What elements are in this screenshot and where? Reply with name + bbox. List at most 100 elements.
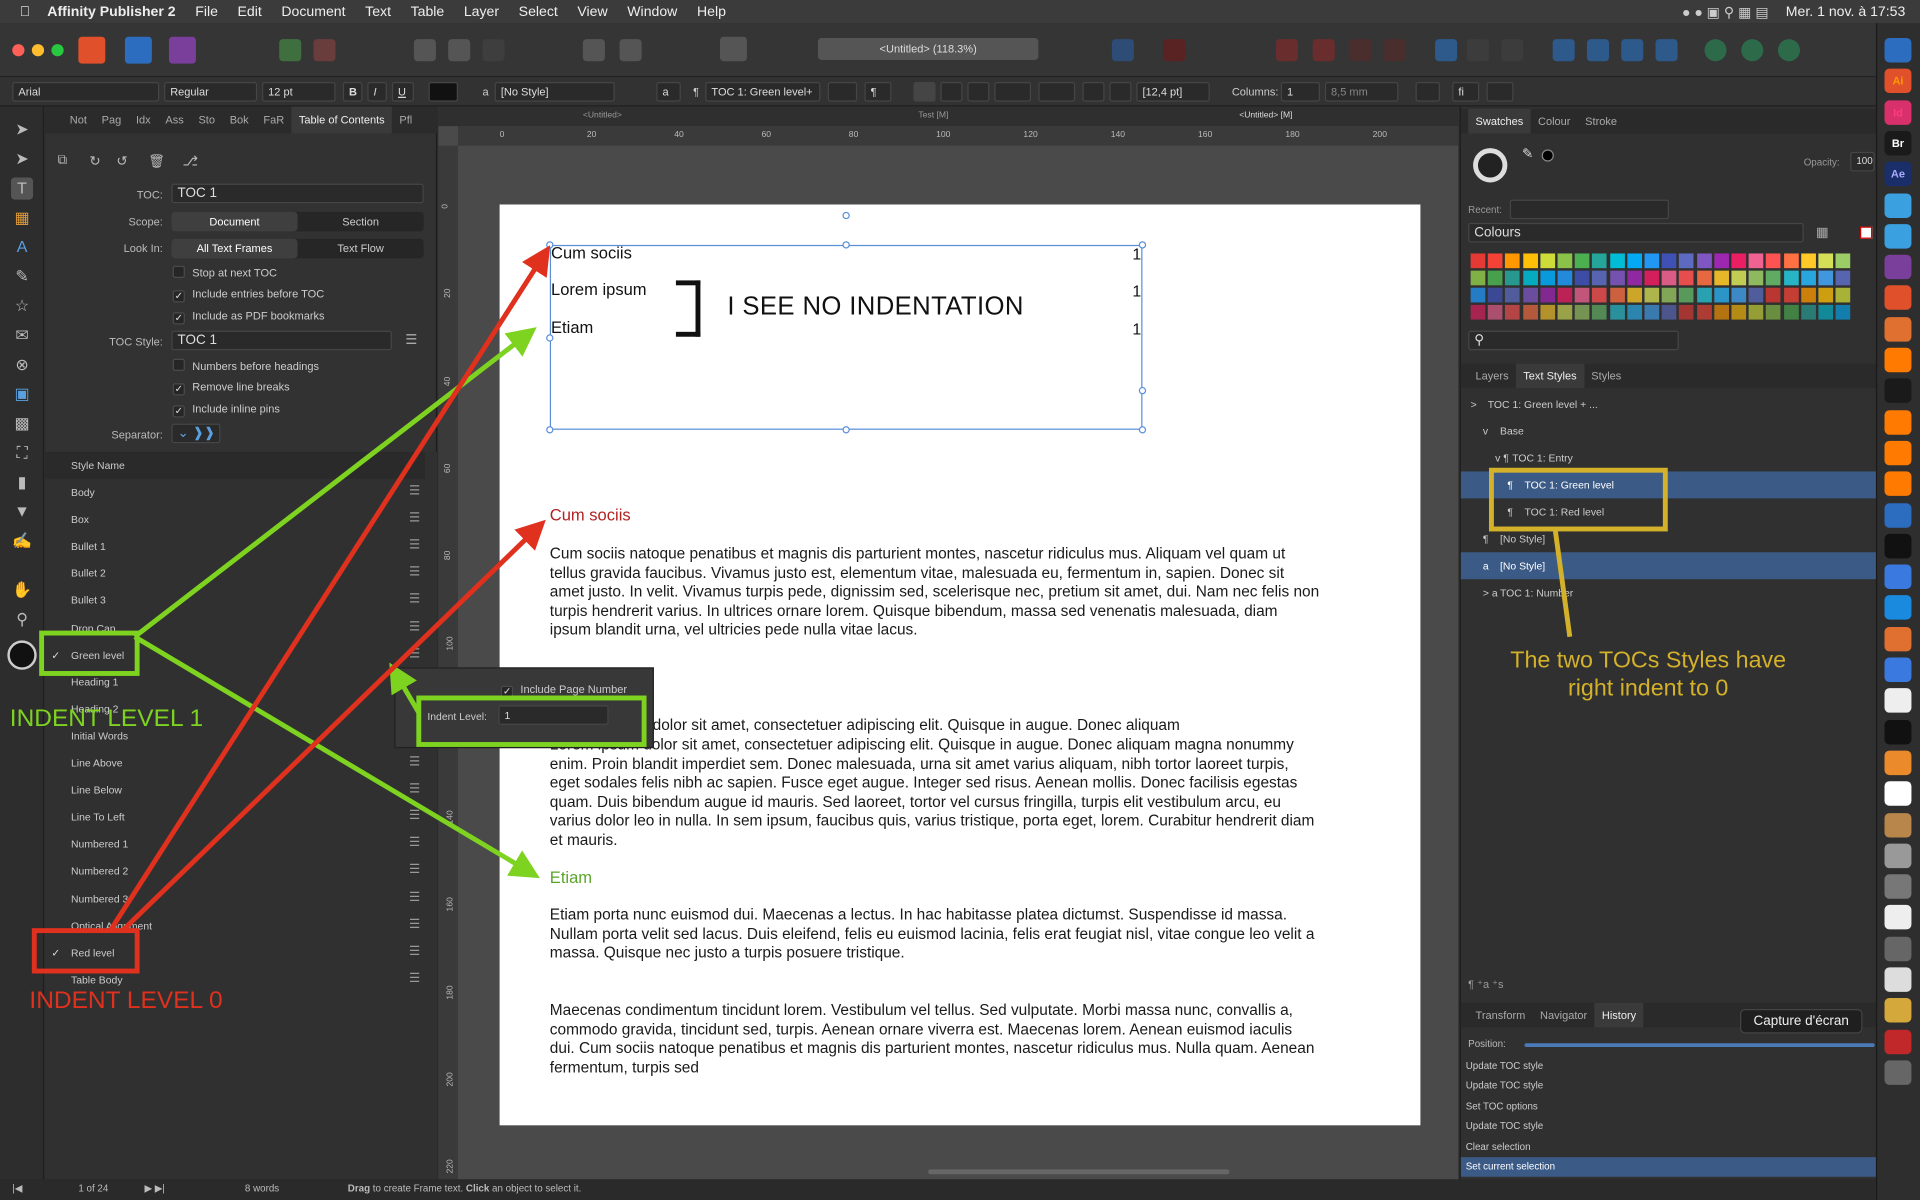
- close-window-icon[interactable]: [12, 44, 25, 57]
- frame-handle[interactable]: [546, 426, 554, 434]
- swatch[interactable]: [1487, 253, 1503, 269]
- swatch[interactable]: [1661, 304, 1677, 320]
- style-check-icon[interactable]: ✓: [51, 641, 60, 668]
- justify-text-button[interactable]: [994, 82, 1032, 102]
- text-style-item[interactable]: > a TOC 1: Number: [1461, 579, 1877, 606]
- style-tree-icon[interactable]: a: [1483, 552, 1489, 579]
- style-options-icon[interactable]: ☰: [409, 614, 420, 641]
- style-tree-icon[interactable]: >: [1471, 391, 1477, 418]
- scope-document-button[interactable]: Document: [171, 211, 298, 232]
- style-options-icon[interactable]: ☰: [409, 939, 420, 966]
- styles-footer-icons[interactable]: ¶ ⁺a ⁺s: [1468, 978, 1503, 991]
- swatch[interactable]: [1574, 253, 1590, 269]
- swatch[interactable]: [1731, 270, 1747, 286]
- history-item[interactable]: Update TOC style: [1461, 1077, 1877, 1097]
- black-swatch-icon[interactable]: [1541, 149, 1554, 162]
- menu-layer[interactable]: Layer: [464, 4, 499, 19]
- tab-layers[interactable]: Layers: [1468, 364, 1516, 388]
- toc-style-menu-icon[interactable]: ☰: [405, 332, 417, 348]
- swatch[interactable]: [1644, 304, 1660, 320]
- text-frame-icon[interactable]: [1111, 39, 1134, 62]
- dock-app-icon[interactable]: [1884, 750, 1912, 775]
- tab-swatches[interactable]: Swatches: [1468, 108, 1531, 134]
- style-list-item[interactable]: Bullet 1 ☰: [45, 533, 425, 560]
- lookin-text-flow-button[interactable]: Text Flow: [298, 239, 424, 259]
- history-item[interactable]: Set TOC options: [1461, 1097, 1877, 1117]
- fill-tool-icon[interactable]: ▮: [11, 471, 33, 493]
- tab-pages[interactable]: Pag: [94, 114, 128, 126]
- font-weight-select[interactable]: Regular: [164, 82, 258, 102]
- heading-cum-sociis[interactable]: Cum sociis: [550, 506, 631, 524]
- swatch[interactable]: [1592, 270, 1608, 286]
- frame-handle[interactable]: [1138, 426, 1147, 434]
- swatch[interactable]: [1609, 270, 1625, 286]
- separator-select[interactable]: ⌄ ❱❱: [171, 423, 221, 444]
- toc-entry-1[interactable]: Cum sociis: [551, 244, 632, 262]
- swatch[interactable]: [1487, 304, 1503, 320]
- style-list-item[interactable]: Line Below ☰: [45, 776, 425, 803]
- menu-select[interactable]: Select: [519, 4, 558, 19]
- text-wrap-icon[interactable]: [619, 39, 642, 62]
- swatch[interactable]: [1557, 270, 1573, 286]
- dock-app-icon[interactable]: [1884, 471, 1912, 497]
- style-list-item[interactable]: Numbered 3 ☰: [45, 885, 425, 912]
- status-icons[interactable]: ● ● ▣ ⚲ ▦ ▤: [1682, 3, 1769, 21]
- boolean-intersect-icon[interactable]: [1777, 39, 1801, 62]
- character-style-select[interactable]: [No Style]: [494, 82, 615, 102]
- swatch[interactable]: [1783, 304, 1799, 320]
- swatch[interactable]: [1644, 287, 1660, 303]
- swatch[interactable]: [1783, 287, 1799, 303]
- columns-input[interactable]: 1: [1280, 82, 1321, 102]
- swatch[interactable]: [1505, 304, 1521, 320]
- tab-index[interactable]: Idx: [129, 114, 158, 126]
- style-options-icon[interactable]: ☰: [409, 804, 420, 831]
- swatch[interactable]: [1766, 287, 1781, 303]
- zoom-window-icon[interactable]: [51, 44, 64, 57]
- doc-tab-untitled-m[interactable]: <Untitled> [M]: [1239, 111, 1292, 120]
- swatch[interactable]: [1818, 304, 1834, 320]
- frame-handle[interactable]: [546, 241, 554, 249]
- baseline-grid-button[interactable]: [1486, 82, 1514, 102]
- zoom-tool-icon[interactable]: ⚲: [11, 609, 33, 631]
- dock-app-icon[interactable]: [1884, 905, 1912, 930]
- arrange-front-icon[interactable]: [1349, 39, 1372, 62]
- tab-table-of-contents[interactable]: Table of Contents: [291, 106, 393, 134]
- swatch[interactable]: [1696, 287, 1712, 303]
- text-color-swatch[interactable]: [428, 82, 458, 102]
- swatch[interactable]: [1487, 287, 1503, 303]
- doc-tab-untitled[interactable]: <Untitled>: [583, 111, 622, 120]
- table-tool-icon[interactable]: ▦: [11, 207, 33, 229]
- swatch[interactable]: [1609, 253, 1625, 269]
- style-tree-icon[interactable]: ¶: [1507, 498, 1513, 525]
- style-list-item[interactable]: Drop Cap ☰: [45, 614, 425, 641]
- toc-select[interactable]: TOC 1: [171, 183, 424, 204]
- dock-app-icon[interactable]: Ae: [1884, 161, 1912, 187]
- toc-entry-3[interactable]: Etiam: [551, 318, 593, 336]
- dock-app-icon[interactable]: [1884, 440, 1912, 466]
- paragraph-style-select[interactable]: TOC 1: Green level+: [705, 82, 821, 102]
- fill-stroke-well-icon[interactable]: [1473, 148, 1508, 183]
- swatch[interactable]: [1540, 253, 1555, 269]
- style-list-item[interactable]: Optical Alignment ☰: [45, 912, 425, 939]
- include-inline-pins-checkbox[interactable]: ✓ Include inline pins: [172, 403, 280, 418]
- swatch[interactable]: [1592, 304, 1608, 320]
- toc-style-select[interactable]: TOC 1: [171, 330, 392, 351]
- style-list-item[interactable]: Numbered 1 ☰: [45, 831, 425, 858]
- frame-handle[interactable]: [842, 241, 850, 249]
- toc-entry-2[interactable]: Lorem ipsum: [551, 280, 647, 298]
- swatch[interactable]: [1800, 253, 1816, 269]
- tab-styles[interactable]: Styles: [1584, 364, 1629, 388]
- menu-file[interactable]: File: [195, 4, 218, 19]
- checkbox-box[interactable]: ✓: [172, 383, 185, 396]
- color-picker-tool-icon[interactable]: ✍: [11, 530, 33, 552]
- pdf-bookmarks-checkbox[interactable]: ✓ Include as PDF bookmarks: [172, 310, 325, 325]
- style-options-icon[interactable]: ☰: [409, 641, 420, 668]
- swatch[interactable]: [1574, 270, 1590, 286]
- swatch[interactable]: [1679, 304, 1694, 320]
- swatch[interactable]: [1661, 253, 1677, 269]
- shape-tool-icon[interactable]: ☆: [11, 295, 33, 317]
- swatch[interactable]: [1540, 304, 1555, 320]
- history-item[interactable]: Clear selection: [1461, 1137, 1877, 1157]
- dock-app-icon[interactable]: [1884, 564, 1912, 590]
- swatch[interactable]: [1470, 270, 1486, 286]
